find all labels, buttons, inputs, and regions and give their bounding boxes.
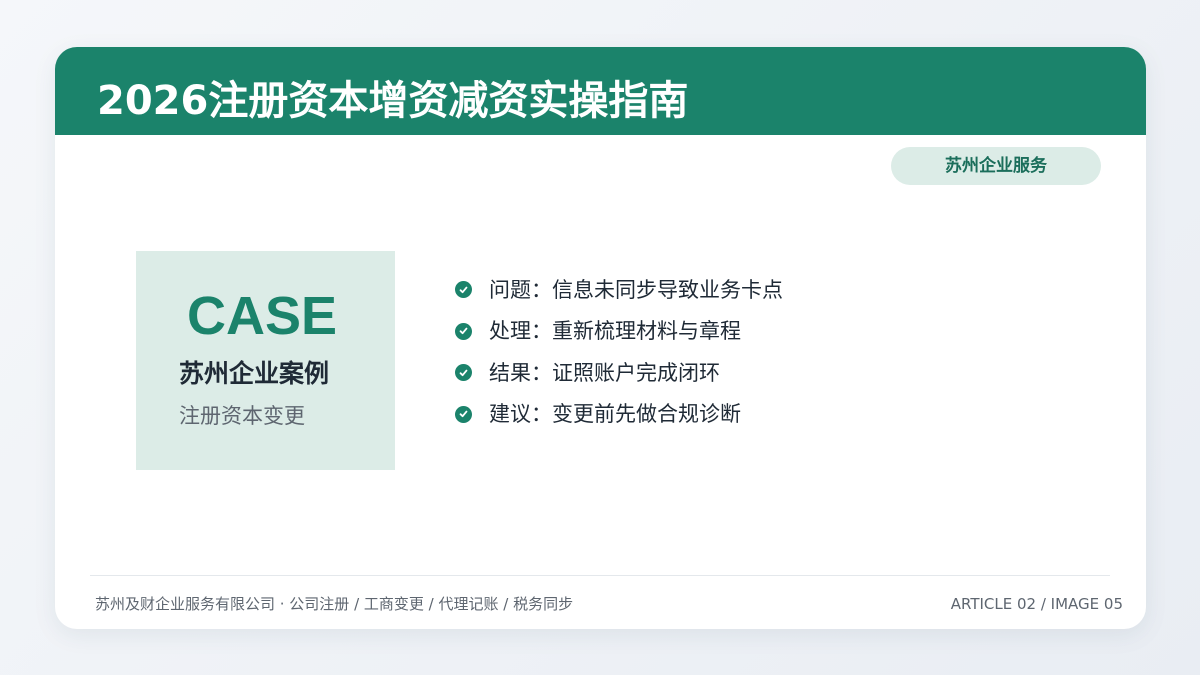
list-item: 建议：变更前先做合规诊断	[455, 394, 783, 436]
category-badge: 苏州企业服务	[891, 147, 1101, 185]
case-title: 苏州企业案例	[179, 359, 330, 388]
check-circle-icon	[455, 281, 472, 299]
case-panel: CASE 苏州企业案例 注册资本变更	[136, 251, 395, 470]
check-circle-icon	[455, 364, 472, 382]
footer-page-label: ARTICLE 02 / IMAGE 05	[950, 595, 1123, 613]
list-item: 问题：信息未同步导致业务卡点	[455, 269, 783, 311]
case-label: CASE	[186, 286, 338, 346]
point-text: 结果：证照账户完成闭环	[489, 360, 720, 385]
list-item: 结果：证照账户完成闭环	[455, 352, 783, 394]
slide-card: 2026注册资本增资减资实操指南 苏州企业服务 CASE 苏州企业案例 注册资本…	[55, 47, 1146, 629]
case-subtitle: 注册资本变更	[179, 404, 305, 428]
check-circle-icon	[455, 322, 472, 340]
point-text: 处理：重新梳理材料与章程	[489, 319, 741, 344]
header-bar: 2026注册资本增资减资实操指南	[55, 47, 1146, 135]
check-circle-icon	[455, 405, 472, 423]
list-item: 处理：重新梳理材料与章程	[455, 311, 783, 353]
footer-company-info: 苏州及财企业服务有限公司 · 公司注册 / 工商变更 / 代理记账 / 税务同步	[95, 595, 574, 613]
footer-divider	[90, 575, 1110, 576]
key-points-list: 问题：信息未同步导致业务卡点 处理：重新梳理材料与章程 结果：证照账户完成闭环 …	[455, 269, 783, 435]
point-text: 建议：变更前先做合规诊断	[489, 402, 741, 427]
page-title: 2026注册资本增资减资实操指南	[97, 78, 689, 124]
point-text: 问题：信息未同步导致业务卡点	[489, 277, 783, 302]
